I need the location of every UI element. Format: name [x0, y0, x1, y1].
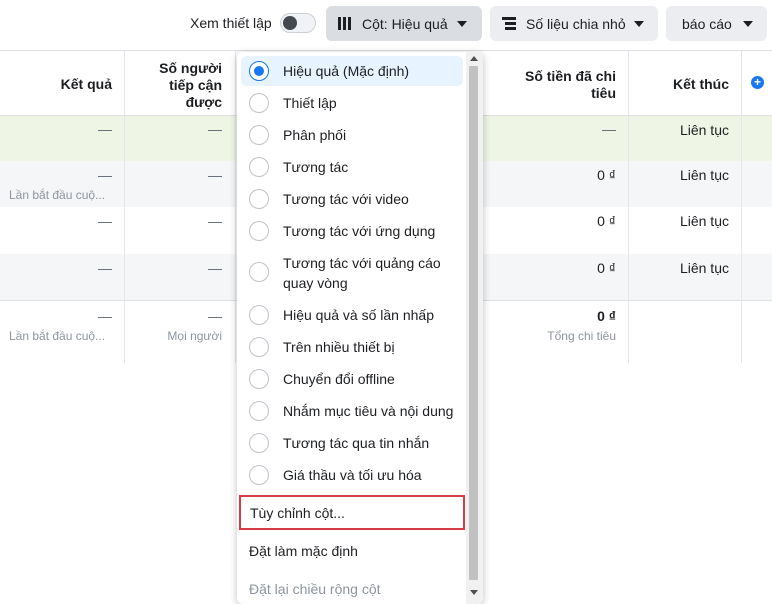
- column-preset-option[interactable]: Giá thầu và tối ưu hóa: [241, 460, 463, 490]
- report-button[interactable]: báo cáo: [666, 6, 767, 41]
- column-preset-option[interactable]: Hiệu quả và số lần nhấp: [241, 300, 463, 330]
- caret-down-icon: [743, 21, 753, 27]
- column-preset-option[interactable]: Tương tác với video: [241, 184, 463, 214]
- cell-end: Liên tục: [679, 122, 729, 138]
- radio-icon: [249, 337, 269, 357]
- cell-results: —: [98, 213, 112, 229]
- summary-reach: —: [208, 308, 222, 324]
- cell-spent: —: [602, 121, 616, 137]
- scroll-up-icon[interactable]: [470, 56, 478, 61]
- cell-reach: —: [208, 213, 222, 229]
- option-label: Tương tác qua tin nhắn: [283, 435, 430, 451]
- option-label: Hiệu quả (Mặc định): [283, 63, 410, 79]
- columns-button-label: Cột: Hiệu quả: [362, 16, 448, 32]
- customize-columns-item[interactable]: Tùy chỉnh cột...: [239, 495, 465, 530]
- option-label: Tương tác với quảng cáo quay vòng: [283, 255, 441, 291]
- option-label: Giá thầu và tối ưu hóa: [283, 467, 422, 483]
- option-label: Thiết lập: [283, 95, 337, 111]
- add-column-icon[interactable]: +: [751, 76, 764, 89]
- column-divider: [124, 51, 125, 363]
- header-spent[interactable]: Số tiền đã chi tiêu: [506, 68, 616, 102]
- cell-end: Liên tục: [679, 167, 729, 183]
- summary-results-sub: Lần bắt đầu cuộ...: [9, 329, 106, 343]
- header-end[interactable]: Kết thúc: [673, 76, 729, 93]
- column-preset-option[interactable]: Thiết lập: [241, 88, 463, 118]
- column-preset-option[interactable]: Chuyển đổi offline: [241, 364, 463, 394]
- option-label: Chuyển đổi offline: [283, 371, 395, 387]
- cell-end: Liên tục: [679, 260, 729, 276]
- radio-selected-icon: [249, 61, 269, 81]
- radio-icon: [249, 369, 269, 389]
- option-label: Tương tác với ứng dụng: [283, 223, 436, 239]
- radio-icon: [249, 305, 269, 325]
- cell-reach: —: [208, 260, 222, 276]
- summary-spent: 0 ₫: [597, 308, 616, 324]
- cell-end: Liên tục: [679, 213, 729, 229]
- view-setup-toggle[interactable]: [280, 13, 316, 33]
- radio-icon: [249, 221, 269, 241]
- customize-columns-label: Tùy chỉnh cột...: [250, 505, 345, 521]
- option-label: Phân phối: [283, 127, 347, 143]
- toolbar: Xem thiết lập Cột: Hiệu quả Số liệu chia…: [0, 0, 772, 50]
- caret-down-icon: [634, 21, 644, 27]
- scroll-down-icon[interactable]: [470, 590, 478, 595]
- cell-reach: —: [208, 167, 222, 183]
- column-preset-option[interactable]: Tương tác với quảng cáo quay vòng: [241, 250, 463, 296]
- caret-down-icon: [457, 21, 467, 27]
- column-divider: [235, 51, 236, 363]
- radio-icon: [249, 189, 269, 209]
- column-preset-option[interactable]: Tương tác với ứng dụng: [241, 216, 463, 246]
- cell-results-sub: Lần bắt đầu cuộ...: [9, 188, 106, 202]
- columns-preset-dropdown: Hiệu quả (Mặc định) Thiết lập Phân phối …: [237, 52, 483, 604]
- header-results[interactable]: Kết quả: [61, 76, 112, 93]
- option-label: Trên nhiều thiết bị: [283, 339, 395, 355]
- set-default-item[interactable]: Đặt làm mặc định: [249, 543, 358, 559]
- dropdown-scrollbar[interactable]: [466, 52, 483, 604]
- radio-icon: [249, 465, 269, 485]
- report-button-label: báo cáo: [682, 16, 732, 32]
- column-preset-option[interactable]: Tương tác: [241, 152, 463, 182]
- column-preset-option[interactable]: Nhắm mục tiêu và nội dung: [241, 396, 463, 426]
- column-preset-option[interactable]: Phân phối: [241, 120, 463, 150]
- radio-icon: [249, 93, 269, 113]
- scrollbar-thumb[interactable]: [469, 66, 478, 580]
- reset-column-width-item[interactable]: Đặt lại chiều rộng cột: [249, 581, 381, 597]
- option-label: Tương tác: [283, 159, 349, 175]
- column-preset-option[interactable]: Tương tác qua tin nhắn: [241, 428, 463, 458]
- column-divider: [741, 51, 742, 363]
- cell-spent: 0 ₫: [597, 260, 616, 276]
- radio-icon: [249, 262, 269, 282]
- summary-spent-sub: Tổng chi tiêu: [547, 329, 616, 343]
- column-preset-option[interactable]: Trên nhiều thiết bị: [241, 332, 463, 362]
- breakdown-icon: [502, 17, 516, 30]
- option-label: Tương tác với video: [283, 191, 409, 207]
- summary-results: —: [98, 308, 112, 324]
- breakdown-button-label: Số liệu chia nhỏ: [526, 16, 626, 32]
- header-reach[interactable]: Số người tiếp cận được: [142, 60, 222, 111]
- cell-spent: 0 ₫: [597, 167, 616, 183]
- option-label: Hiệu quả và số lần nhấp: [283, 307, 434, 323]
- toggle-knob: [283, 16, 297, 30]
- cell-reach: —: [208, 121, 222, 137]
- view-setup-label: Xem thiết lập: [190, 15, 272, 31]
- cell-results: —: [98, 260, 112, 276]
- column-divider: [628, 51, 629, 363]
- summary-reach-sub: Mọi người: [167, 329, 222, 343]
- cell-spent: 0 ₫: [597, 213, 616, 229]
- radio-icon: [249, 433, 269, 453]
- radio-icon: [249, 157, 269, 177]
- column-preset-option[interactable]: Hiệu quả (Mặc định): [241, 56, 463, 86]
- breakdown-button[interactable]: Số liệu chia nhỏ: [490, 6, 658, 41]
- columns-icon: [338, 17, 352, 30]
- option-label: Nhắm mục tiêu và nội dung: [283, 403, 454, 419]
- cell-results: —: [98, 121, 112, 137]
- radio-icon: [249, 125, 269, 145]
- radio-icon: [249, 401, 269, 421]
- cell-results: —: [98, 167, 112, 183]
- columns-button[interactable]: Cột: Hiệu quả: [326, 6, 482, 41]
